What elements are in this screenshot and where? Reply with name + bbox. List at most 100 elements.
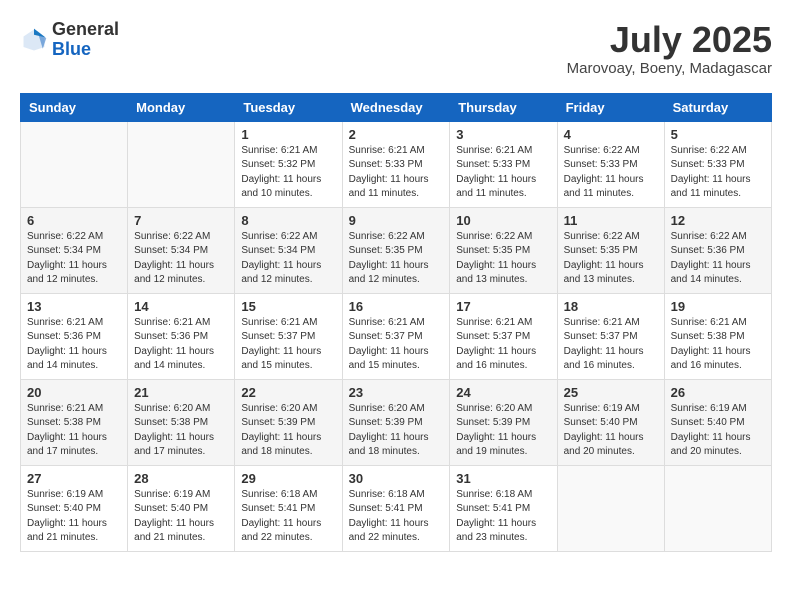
day-number: 22: [241, 385, 335, 400]
day-info: Sunrise: 6:22 AM Sunset: 5:34 PM Dayligh…: [134, 230, 228, 288]
day-number: 2: [349, 127, 444, 142]
calendar-day-cell: 3Sunrise: 6:21 AM Sunset: 5:33 PM Daylig…: [450, 121, 557, 207]
day-info: Sunrise: 6:21 AM Sunset: 5:37 PM Dayligh…: [349, 316, 444, 374]
day-info: Sunrise: 6:22 AM Sunset: 5:35 PM Dayligh…: [456, 230, 550, 288]
location: Marovoay, Boeny, Madagascar: [567, 60, 772, 77]
day-info: Sunrise: 6:20 AM Sunset: 5:39 PM Dayligh…: [349, 402, 444, 460]
weekday-header: Monday: [128, 93, 235, 121]
weekday-header: Friday: [557, 93, 664, 121]
day-number: 12: [671, 213, 765, 228]
day-number: 7: [134, 213, 228, 228]
calendar-day-cell: 6 Sunrise: 6:22 AM Sunset: 5:34 PM Daylig…: [21, 207, 128, 293]
calendar-day-cell: 14 Sunrise: 6:21 AM Sunset: 5:36 PM Dayli…: [128, 293, 235, 379]
calendar-day-cell: 29 Sunrise: 6:18 AM Sunset: 5:41 PM Dayli…: [235, 465, 342, 551]
calendar-week-row: 1Sunrise: 6:21 AM Sunset: 5:32 PM Daylig…: [21, 121, 772, 207]
calendar-day-cell: 15 Sunrise: 6:21 AM Sunset: 5:37 PM Dayli…: [235, 293, 342, 379]
day-number: 26: [671, 385, 765, 400]
logo-text: General Blue: [52, 20, 119, 60]
day-number: 4: [564, 127, 658, 142]
page-header: General Blue July 2025 Marovoay, Boeny, …: [20, 20, 772, 77]
day-number: 25: [564, 385, 658, 400]
calendar-day-cell: 1Sunrise: 6:21 AM Sunset: 5:32 PM Daylig…: [235, 121, 342, 207]
calendar-day-cell: 13Sunrise: 6:21 AM Sunset: 5:36 PM Dayli…: [21, 293, 128, 379]
month-year: July 2025: [567, 20, 772, 60]
weekday-header: Thursday: [450, 93, 557, 121]
day-info: Sunrise: 6:21 AM Sunset: 5:32 PM Dayligh…: [241, 144, 335, 202]
calendar-day-cell: 31 Sunrise: 6:18 AM Sunset: 5:41 PM Dayli…: [450, 465, 557, 551]
day-info: Sunrise: 6:21 AM Sunset: 5:37 PM Dayligh…: [564, 316, 658, 374]
calendar-day-cell: 18 Sunrise: 6:21 AM Sunset: 5:37 PM Dayli…: [557, 293, 664, 379]
calendar-day-cell: 30Sunrise: 6:18 AM Sunset: 5:41 PM Dayli…: [342, 465, 450, 551]
day-number: 18: [564, 299, 658, 314]
day-info: Sunrise: 6:22 AM Sunset: 5:35 PM Dayligh…: [349, 230, 444, 288]
day-info: Sunrise: 6:20 AM Sunset: 5:39 PM Dayligh…: [456, 402, 550, 460]
calendar-day-cell: 16 Sunrise: 6:21 AM Sunset: 5:37 PM Dayli…: [342, 293, 450, 379]
weekday-header: Sunday: [21, 93, 128, 121]
calendar-week-row: 13 Sunrise: 6:21 AM Sunset: 5:36 PM Dayli…: [21, 293, 772, 379]
day-info: Sunrise: 6:19 AM Sunset: 5:40 PM Dayligh…: [134, 488, 228, 546]
day-number: 3: [456, 127, 550, 142]
day-number: 6: [27, 213, 121, 228]
calendar-day-cell: 19Sunrise: 6:21 AM Sunset: 5:38 PM Dayli…: [664, 293, 771, 379]
calendar-day-cell: 23 Sunrise: 6:20 AM Sunset: 5:39 PM Dayli…: [342, 379, 450, 465]
weekday-header: Saturday: [664, 93, 771, 121]
day-info: Sunrise: 6:18 AM Sunset: 5:41 PM Dayligh…: [456, 488, 550, 546]
calendar-empty-cell: [557, 465, 664, 551]
day-number: 8: [241, 213, 335, 228]
day-info: Sunrise: 6:18 AM Sunset: 5:41 PM Dayligh…: [241, 488, 335, 546]
calendar: SundayMondayTuesdayWednesdayThursdayFrid…: [20, 93, 772, 552]
day-number: 19: [671, 299, 765, 314]
day-number: 16: [349, 299, 444, 314]
day-number: 11: [564, 213, 658, 228]
calendar-empty-cell: [128, 121, 235, 207]
day-number: 13: [27, 299, 121, 314]
logo-blue: Blue: [52, 39, 91, 59]
day-number: 29: [241, 471, 335, 486]
day-info: Sunrise: 6:21 AM Sunset: 5:33 PM Dayligh…: [349, 144, 444, 202]
day-number: 23: [349, 385, 444, 400]
day-number: 20: [27, 385, 121, 400]
day-info: Sunrise: 6:21 AM Sunset: 5:36 PM Dayligh…: [134, 316, 228, 374]
calendar-day-cell: 8 Sunrise: 6:22 AM Sunset: 5:34 PM Daylig…: [235, 207, 342, 293]
calendar-day-cell: 17Sunrise: 6:21 AM Sunset: 5:37 PM Dayli…: [450, 293, 557, 379]
calendar-header-row: SundayMondayTuesdayWednesdayThursdayFrid…: [21, 93, 772, 121]
day-number: 14: [134, 299, 228, 314]
calendar-week-row: 27Sunrise: 6:19 AM Sunset: 5:40 PM Dayli…: [21, 465, 772, 551]
day-info: Sunrise: 6:21 AM Sunset: 5:38 PM Dayligh…: [27, 402, 121, 460]
day-number: 21: [134, 385, 228, 400]
calendar-day-cell: 20 Sunrise: 6:21 AM Sunset: 5:38 PM Dayli…: [21, 379, 128, 465]
day-info: Sunrise: 6:21 AM Sunset: 5:37 PM Dayligh…: [241, 316, 335, 374]
calendar-day-cell: 28Sunrise: 6:19 AM Sunset: 5:40 PM Dayli…: [128, 465, 235, 551]
calendar-day-cell: 9Sunrise: 6:22 AM Sunset: 5:35 PM Daylig…: [342, 207, 450, 293]
calendar-day-cell: 21 Sunrise: 6:20 AM Sunset: 5:38 PM Dayli…: [128, 379, 235, 465]
logo-general: General: [52, 19, 119, 39]
calendar-week-row: 6 Sunrise: 6:22 AM Sunset: 5:34 PM Daylig…: [21, 207, 772, 293]
day-info: Sunrise: 6:22 AM Sunset: 5:35 PM Dayligh…: [564, 230, 658, 288]
day-info: Sunrise: 6:22 AM Sunset: 5:34 PM Dayligh…: [241, 230, 335, 288]
day-number: 15: [241, 299, 335, 314]
calendar-day-cell: 27Sunrise: 6:19 AM Sunset: 5:40 PM Dayli…: [21, 465, 128, 551]
day-number: 5: [671, 127, 765, 142]
calendar-empty-cell: [21, 121, 128, 207]
calendar-day-cell: 2 Sunrise: 6:21 AM Sunset: 5:33 PM Daylig…: [342, 121, 450, 207]
calendar-day-cell: 25Sunrise: 6:19 AM Sunset: 5:40 PM Dayli…: [557, 379, 664, 465]
day-info: Sunrise: 6:20 AM Sunset: 5:38 PM Dayligh…: [134, 402, 228, 460]
calendar-day-cell: 4 Sunrise: 6:22 AM Sunset: 5:33 PM Daylig…: [557, 121, 664, 207]
day-number: 17: [456, 299, 550, 314]
day-number: 10: [456, 213, 550, 228]
day-info: Sunrise: 6:18 AM Sunset: 5:41 PM Dayligh…: [349, 488, 444, 546]
calendar-day-cell: 12 Sunrise: 6:22 AM Sunset: 5:36 PM Dayli…: [664, 207, 771, 293]
logo: General Blue: [20, 20, 119, 60]
day-info: Sunrise: 6:22 AM Sunset: 5:33 PM Dayligh…: [671, 144, 765, 202]
calendar-day-cell: 11 Sunrise: 6:22 AM Sunset: 5:35 PM Dayli…: [557, 207, 664, 293]
calendar-week-row: 20 Sunrise: 6:21 AM Sunset: 5:38 PM Dayli…: [21, 379, 772, 465]
weekday-header: Tuesday: [235, 93, 342, 121]
day-number: 31: [456, 471, 550, 486]
day-info: Sunrise: 6:20 AM Sunset: 5:39 PM Dayligh…: [241, 402, 335, 460]
day-info: Sunrise: 6:22 AM Sunset: 5:36 PM Dayligh…: [671, 230, 765, 288]
day-info: Sunrise: 6:22 AM Sunset: 5:33 PM Dayligh…: [564, 144, 658, 202]
calendar-empty-cell: [664, 465, 771, 551]
calendar-day-cell: 7 Sunrise: 6:22 AM Sunset: 5:34 PM Daylig…: [128, 207, 235, 293]
day-info: Sunrise: 6:22 AM Sunset: 5:34 PM Dayligh…: [27, 230, 121, 288]
day-info: Sunrise: 6:19 AM Sunset: 5:40 PM Dayligh…: [671, 402, 765, 460]
